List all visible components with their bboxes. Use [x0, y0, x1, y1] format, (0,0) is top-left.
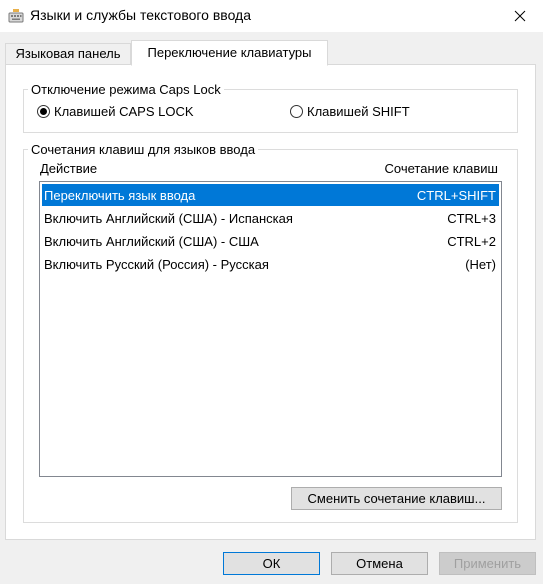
list-item-action: Переключить язык ввода	[44, 187, 196, 203]
list-item-action: Включить Русский (Россия) - Русская	[44, 256, 269, 272]
hotkeys-list[interactable]: Переключить язык ввода CTRL+SHIFT Включи…	[39, 181, 502, 477]
title-bar: Языки и службы текстового ввода	[0, 0, 543, 32]
list-item-keys: (Нет)	[465, 256, 496, 272]
list-item[interactable]: Переключить язык ввода CTRL+SHIFT	[42, 184, 499, 206]
ok-button[interactable]: ОК	[223, 552, 320, 575]
radio-unchecked-icon	[290, 105, 303, 118]
column-action: Действие	[40, 161, 98, 176]
radio-checked-icon	[37, 105, 50, 118]
list-item[interactable]: Включить Английский (США) - США CTRL+2	[42, 230, 499, 252]
list-item-action: Включить Английский (США) - Испанская	[44, 210, 293, 226]
cancel-button[interactable]: Отмена	[331, 552, 428, 575]
tab-language-bar[interactable]: Языковая панель	[5, 43, 131, 64]
radio-caps-lock-label: Клавишей CAPS LOCK	[54, 104, 194, 119]
list-item-action: Включить Английский (США) - США	[44, 233, 259, 249]
radio-shift[interactable]: Клавишей SHIFT	[290, 104, 410, 119]
list-item[interactable]: Включить Русский (Россия) - Русская (Нет…	[42, 253, 499, 275]
window-title: Языки и службы текстового ввода	[30, 7, 252, 23]
close-icon	[514, 10, 526, 22]
tab-panel: Отключение режима Caps Lock Клавишей CAP…	[5, 64, 536, 540]
list-item-keys: CTRL+SHIFT	[416, 187, 496, 203]
list-item-keys: CTRL+2	[447, 233, 496, 249]
hotkeys-group-title: Сочетания клавиш для языков ввода	[28, 142, 259, 157]
close-button[interactable]	[497, 0, 543, 32]
list-item[interactable]: Включить Английский (США) - Испанская CT…	[42, 207, 499, 229]
radio-shift-label: Клавишей SHIFT	[307, 104, 410, 119]
apply-button[interactable]: Применить	[439, 552, 536, 575]
column-keys: Сочетание клавиш	[384, 161, 498, 176]
caps-lock-group-title: Отключение режима Caps Lock	[28, 82, 224, 97]
change-hotkey-button[interactable]: Сменить сочетание клавиш...	[291, 487, 502, 510]
keyboard-icon	[8, 8, 24, 24]
list-item-keys: CTRL+3	[447, 210, 496, 226]
tab-keyboard-switching[interactable]: Переключение клавиатуры	[131, 40, 328, 66]
radio-caps-lock[interactable]: Клавишей CAPS LOCK	[37, 104, 194, 119]
